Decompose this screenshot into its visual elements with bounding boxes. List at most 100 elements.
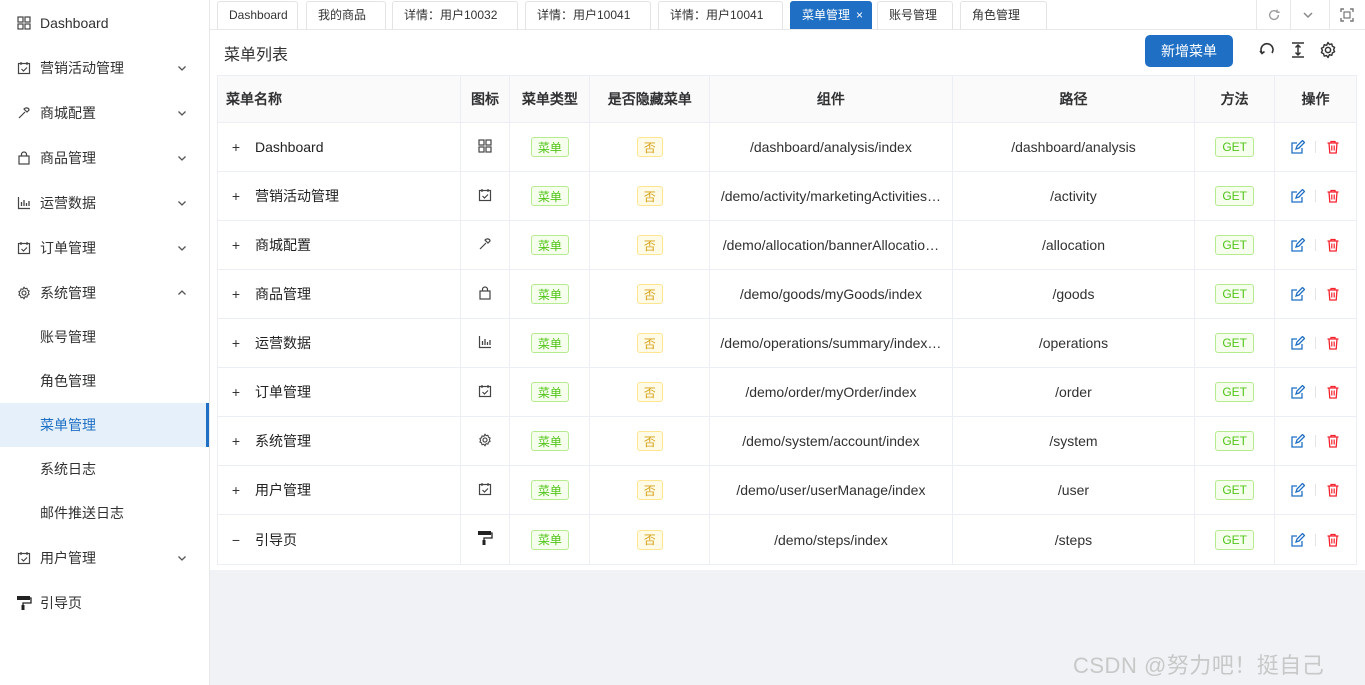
- table-row: + 商品管理 菜单 否/demo/goods/myGoods/index/goods G…: [218, 270, 1356, 319]
- cell-component: /demo/steps/index: [710, 515, 953, 564]
- sidebar-item-6[interactable]: 订单管理: [0, 225, 209, 270]
- delete-icon[interactable]: [1325, 384, 1341, 400]
- sidebar-subitem-1[interactable]: 账号管理: [0, 315, 209, 359]
- edit-icon[interactable]: [1290, 139, 1306, 155]
- settings-button[interactable]: [1317, 39, 1339, 61]
- row-expand-toggle[interactable]: +: [229, 237, 243, 253]
- calendar-check-icon: [16, 60, 32, 76]
- row-expand-toggle[interactable]: +: [229, 482, 243, 498]
- row-expand-toggle[interactable]: +: [229, 188, 243, 204]
- edit-icon[interactable]: [1290, 532, 1306, 548]
- cell-name: + Dashboard: [218, 123, 461, 171]
- method-tag: GET: [1215, 235, 1255, 255]
- sidebar-item-label: 引导页: [40, 594, 82, 611]
- edit-icon[interactable]: [1290, 384, 1306, 400]
- sidebar-item-7[interactable]: 系统管理: [0, 270, 209, 315]
- sidebar-item-3[interactable]: 商城配置: [0, 90, 209, 135]
- cell-actions: [1275, 515, 1356, 564]
- reload-button[interactable]: [1256, 39, 1278, 61]
- sidebar-item-5[interactable]: 运营数据: [0, 180, 209, 225]
- tab-4[interactable]: 详情：用户10041: [525, 1, 651, 29]
- fullscreen-button[interactable]: [1329, 0, 1363, 30]
- edit-icon[interactable]: [1290, 188, 1306, 204]
- sidebar-subitem-4[interactable]: 系统日志: [0, 447, 209, 491]
- cell-hidden: 否: [590, 417, 711, 465]
- tabs-dropdown-button[interactable]: [1290, 0, 1324, 30]
- cell-path: /allocation: [953, 221, 1196, 269]
- cell-actions: [1275, 368, 1356, 416]
- header-actions[interactable]: 操作: [1275, 76, 1356, 122]
- edit-icon[interactable]: [1290, 482, 1306, 498]
- chevron-down-icon: [1302, 12, 1313, 19]
- tab-6[interactable]: 菜单管理 ×: [790, 1, 872, 29]
- header-path[interactable]: 路径: [953, 76, 1196, 122]
- hidden-tag: 否: [636, 431, 663, 451]
- path-text: /order: [1055, 384, 1092, 400]
- cell-path: /user: [953, 466, 1196, 514]
- header-type[interactable]: 菜单类型: [510, 76, 591, 122]
- cell-component: /demo/user/userManage/index: [710, 466, 953, 514]
- row-expand-toggle[interactable]: −: [229, 532, 243, 548]
- delete-icon[interactable]: [1325, 532, 1341, 548]
- tab-5[interactable]: 详情：用户10041: [658, 1, 783, 29]
- sidebar-item-label: 营销活动管理: [40, 59, 124, 76]
- tab-8[interactable]: 角色管理: [960, 1, 1047, 29]
- header-component[interactable]: 组件: [710, 76, 953, 122]
- hammer-icon: [16, 105, 32, 121]
- delete-icon[interactable]: [1325, 139, 1341, 155]
- row-expand-toggle[interactable]: +: [229, 433, 243, 449]
- header-hidden[interactable]: 是否隐藏菜单: [590, 76, 711, 122]
- tabs-bar: Dashboard 我的商品 详情：用户10032 详情：用户10041 详情：用户10…: [210, 0, 1365, 30]
- delete-icon[interactable]: [1325, 286, 1341, 302]
- edit-icon[interactable]: [1290, 335, 1306, 351]
- cell-type: 菜单: [510, 466, 591, 514]
- refresh-tab-button[interactable]: [1256, 0, 1290, 30]
- row-expand-toggle[interactable]: +: [229, 335, 243, 351]
- hidden-tag: 否: [636, 333, 663, 353]
- cell-type: 菜单: [510, 172, 591, 220]
- close-tab-icon[interactable]: ×: [856, 8, 863, 22]
- header-icon[interactable]: 图标: [461, 76, 511, 122]
- row-expand-toggle[interactable]: +: [229, 286, 243, 302]
- edit-icon[interactable]: [1290, 286, 1306, 302]
- sidebar-subitem-5[interactable]: 邮件推送日志: [0, 491, 209, 535]
- cell-path: /steps: [953, 515, 1196, 564]
- sidebar-item-9[interactable]: 引导页: [0, 580, 209, 625]
- chevron-down-icon: [178, 200, 186, 206]
- tab-7[interactable]: 账号管理: [877, 1, 953, 29]
- tab-2[interactable]: 我的商品: [306, 1, 386, 29]
- tab-1[interactable]: Dashboard: [217, 1, 298, 29]
- table-body: + Dashboard 菜单否/dashboard/analysis/index/d…: [218, 123, 1356, 564]
- chevron-down-icon: [178, 155, 186, 161]
- component-text: /demo/order/myOrder/index: [745, 384, 917, 400]
- cell-component: /demo/order/myOrder/index: [710, 368, 953, 416]
- edit-icon[interactable]: [1290, 237, 1306, 253]
- sidebar-subitem-2[interactable]: 角色管理: [0, 359, 209, 403]
- sidebar-item-1[interactable]: Dashboard: [0, 0, 209, 45]
- header-name[interactable]: 菜单名称: [218, 76, 461, 122]
- tab-3[interactable]: 详情：用户10032: [392, 1, 518, 29]
- hidden-tag: 否: [636, 235, 663, 255]
- cell-path: /activity: [953, 172, 1196, 220]
- sidebar: Dashboard 营销活动管理商城配置 商品管理 运营数据 订单管理 系统管理 账号管理角…: [0, 0, 210, 685]
- sidebar-item-2[interactable]: 营销活动管理: [0, 45, 209, 90]
- component-text: /demo/allocation/bannerAllocatio…: [722, 237, 940, 253]
- sidebar-subitem-3[interactable]: 菜单管理: [0, 403, 209, 447]
- delete-icon[interactable]: [1325, 482, 1341, 498]
- edit-icon[interactable]: [1290, 433, 1306, 449]
- row-expand-toggle[interactable]: +: [229, 384, 243, 400]
- row-expand-toggle[interactable]: +: [229, 139, 243, 155]
- header-method[interactable]: 方法: [1195, 76, 1276, 122]
- delete-icon[interactable]: [1325, 335, 1341, 351]
- table-row: − 引导页 菜单 否/demo/steps/index/steps GET: [218, 515, 1356, 564]
- delete-icon[interactable]: [1325, 237, 1341, 253]
- delete-icon[interactable]: [1325, 188, 1341, 204]
- add-menu-button[interactable]: 新增菜单: [1145, 35, 1233, 67]
- cell-component: /demo/goods/myGoods/index: [710, 270, 953, 318]
- cell-type: 菜单: [510, 123, 591, 171]
- sidebar-item-4[interactable]: 商品管理: [0, 135, 209, 180]
- table-row: + 用户管理 菜单 否/demo/user/userManage/index/user…: [218, 466, 1356, 515]
- sidebar-item-8[interactable]: 用户管理: [0, 535, 209, 580]
- density-button[interactable]: [1287, 39, 1309, 61]
- delete-icon[interactable]: [1325, 433, 1341, 449]
